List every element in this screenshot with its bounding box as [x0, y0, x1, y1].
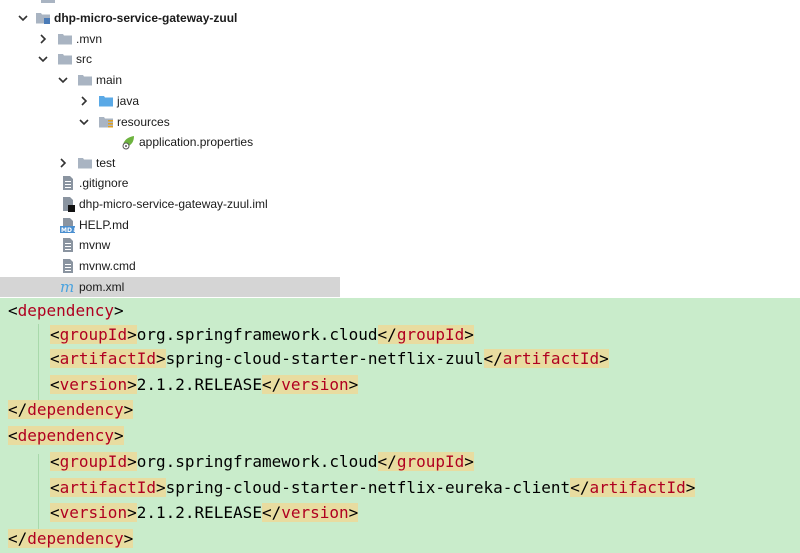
iml-file-icon	[60, 196, 76, 212]
folder-icon	[77, 72, 93, 88]
tag-groupid-open: groupId	[59, 452, 128, 471]
tree-row-partial	[40, 0, 59, 7]
tree-item-mvnw[interactable]: mvnw	[60, 235, 110, 255]
tree-item-project[interactable]: dhp-micro-service-gateway-zuul	[17, 8, 237, 28]
tag-groupid-close: groupId	[396, 325, 465, 344]
text-file-icon	[60, 258, 76, 274]
source-folder-icon	[98, 93, 114, 109]
chevron-right-icon[interactable]	[78, 91, 90, 111]
chevron-right-icon[interactable]	[57, 153, 69, 173]
groupid-value: org.springframework.cloud	[136, 452, 378, 471]
project-tree: dhp-micro-service-gateway-zuul .mvn src …	[0, 0, 340, 298]
tree-item-application-properties[interactable]: application.properties	[120, 132, 253, 152]
project-label: dhp-micro-service-gateway-zuul	[54, 11, 238, 25]
tag-dependency-open: dependency	[17, 301, 114, 320]
src-label: src	[76, 52, 92, 66]
text-file-icon	[60, 175, 76, 191]
mvnw-cmd-label: mvnw.cmd	[79, 259, 136, 273]
resources-label: resources	[117, 115, 170, 129]
gitignore-label: .gitignore	[79, 176, 129, 190]
folder-icon	[57, 31, 73, 47]
artifactid-value: spring-cloud-starter-netflix-eureka-clie…	[165, 478, 571, 497]
code-block: <dependency> <groupId>org.springframewor…	[0, 298, 800, 553]
text-file-icon	[60, 237, 76, 253]
resources-folder-icon	[98, 114, 114, 130]
tree-item-iml[interactable]: dhp-micro-service-gateway-zuul.iml	[60, 194, 268, 214]
code-line-10: </dependency>	[8, 529, 134, 548]
code-line-3: <artifactId>spring-cloud-starter-netflix…	[50, 349, 609, 368]
chevron-down-icon[interactable]	[17, 8, 29, 28]
svg-text:m: m	[60, 279, 74, 295]
tag-version-open: version	[59, 503, 128, 522]
tag-version-close: version	[281, 375, 349, 394]
tree-item-mvnw-cmd[interactable]: mvnw.cmd	[60, 256, 136, 276]
tree-item-help[interactable]: MD↓ HELP.md	[60, 215, 129, 235]
test-label: test	[96, 156, 116, 170]
maven-icon: m	[60, 279, 76, 295]
svg-text:MD↓: MD↓	[61, 227, 76, 233]
version-value: 2.1.2.RELEASE	[136, 375, 262, 394]
chevron-down-icon[interactable]	[57, 70, 69, 90]
code-line-4: <version>2.1.2.RELEASE</version>	[50, 375, 359, 394]
tag-version-close: version	[281, 503, 349, 522]
chevron-down-icon[interactable]	[37, 49, 49, 69]
pom-label: pom.xml	[79, 280, 125, 294]
mvn-label: .mvn	[76, 32, 103, 46]
tag-groupid-close: groupId	[396, 452, 465, 471]
tag-artifactid-close: artifactId	[589, 478, 686, 497]
tree-item-gitignore[interactable]: .gitignore	[60, 173, 128, 193]
tag-dependency-open: dependency	[17, 426, 114, 445]
application-properties-label: application.properties	[139, 135, 254, 149]
code-line-2: <groupId>org.springframework.cloud</grou…	[50, 325, 474, 344]
tree-item-mvn[interactable]: .mvn	[37, 29, 102, 49]
folder-icon	[77, 155, 93, 171]
groupid-value: org.springframework.cloud	[136, 325, 378, 344]
tree-item-java[interactable]: java	[78, 91, 139, 111]
tag-artifactid-open: artifactId	[59, 478, 156, 497]
code-line-5: </dependency>	[8, 400, 134, 419]
tree-item-src[interactable]: src	[37, 49, 92, 69]
mvnw-label: mvnw	[79, 238, 111, 252]
chevron-right-icon[interactable]	[37, 29, 49, 49]
code-line-1: <dependency>	[8, 301, 124, 320]
folder-icon	[40, 0, 56, 5]
code-line-8: <artifactId>spring-cloud-starter-netflix…	[50, 478, 696, 497]
iml-label: dhp-micro-service-gateway-zuul.iml	[79, 197, 268, 211]
module-folder-icon	[35, 10, 51, 26]
code-line-7: <groupId>org.springframework.cloud</grou…	[50, 452, 474, 471]
tree-item-main[interactable]: main	[57, 70, 122, 90]
tree-item-test[interactable]: test	[57, 153, 115, 173]
tag-version-open: version	[59, 375, 128, 394]
tree-item-resources[interactable]: resources	[78, 112, 170, 132]
main-label: main	[96, 73, 123, 87]
tag-dependency-close: dependency	[27, 400, 124, 419]
spring-leaf-icon	[120, 134, 136, 150]
java-label: java	[117, 94, 140, 108]
code-line-6: <dependency>	[8, 426, 124, 445]
tree-item-pom[interactable]: m pom.xml	[0, 277, 340, 297]
tag-artifactid-open: artifactId	[59, 349, 156, 368]
tag-dependency-close: dependency	[27, 529, 124, 548]
tag-groupid-open: groupId	[59, 325, 128, 344]
version-value: 2.1.2.RELEASE	[136, 503, 262, 522]
folder-icon	[57, 51, 73, 67]
markdown-file-icon: MD↓	[60, 217, 76, 233]
code-line-9: <version>2.1.2.RELEASE</version>	[50, 503, 359, 522]
chevron-down-icon[interactable]	[78, 112, 90, 132]
help-label: HELP.md	[79, 218, 129, 232]
tag-artifactid-close: artifactId	[502, 349, 600, 368]
artifactid-value: spring-cloud-starter-netflix-zuul	[165, 349, 484, 368]
